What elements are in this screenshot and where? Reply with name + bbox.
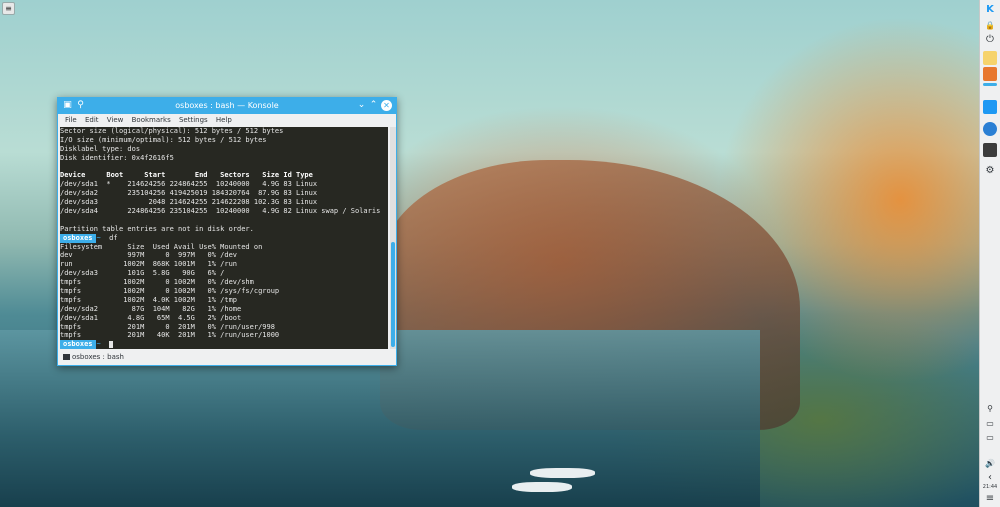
- terminal-tab-icon: [63, 354, 70, 360]
- terminal-line: /dev/sda3 2048 214624255 214622208 102.3…: [60, 198, 318, 207]
- terminal-scrollbar[interactable]: [390, 127, 396, 349]
- terminal-line: Sector size (logical/physical): 512 byte…: [60, 127, 284, 135]
- desktop-toolbox-button[interactable]: ≡: [2, 2, 15, 15]
- terminal-line: run 1002M 868K 1001M 1% /run: [60, 260, 238, 269]
- clipboard-icon[interactable]: ▭: [984, 418, 996, 430]
- task-notes[interactable]: [983, 51, 997, 65]
- panel-clock[interactable]: 21:44: [981, 484, 999, 490]
- window-titlebar[interactable]: ▣ ⚲ osboxes : bash — Konsole ⌄ ⌃ ✕: [58, 98, 396, 114]
- prompt-command: df: [109, 233, 118, 242]
- terminal-line: tmpfs 1002M 0 1002M 0% /dev/shm: [60, 278, 254, 287]
- menu-settings[interactable]: Settings: [179, 114, 208, 126]
- terminal-cursor: [109, 340, 114, 348]
- prompt-line: osboxes ~ df: [60, 233, 388, 243]
- tab-osboxes-bash[interactable]: osboxes : bash: [72, 353, 124, 361]
- terminal-line: Disklabel type: dos: [60, 144, 141, 153]
- prompt-user-badge: osboxes: [60, 233, 96, 243]
- task-app[interactable]: [983, 67, 997, 81]
- menu-bookmarks[interactable]: Bookmarks: [132, 114, 171, 126]
- terminal-line: Disk identifier: 0x4f2616f5: [60, 153, 174, 162]
- scrollbar-thumb[interactable]: [391, 242, 395, 347]
- menu-edit[interactable]: Edit: [85, 114, 99, 126]
- task-konsole[interactable]: [983, 143, 997, 157]
- terminal-line: tmpfs 201M 40K 201M 1% /run/user/1000: [60, 331, 280, 340]
- terminal-output[interactable]: Sector size (logical/physical): 512 byte…: [60, 127, 388, 349]
- application-launcher-icon[interactable]: K: [984, 4, 996, 16]
- terminal-line: /dev/sda2 87G 104M 82G 1% /home: [60, 304, 242, 313]
- terminal-line: /dev/sda4 224864256 235104255 10240000 4…: [60, 207, 381, 216]
- terminal-line: tmpfs 201M 0 201M 0% /run/user/998: [60, 322, 275, 331]
- terminal-line: tmpfs 1002M 4.0K 1002M 1% /tmp: [60, 295, 238, 304]
- tab-bar: osboxes : bash: [58, 350, 396, 365]
- prompt-cwd: ~: [96, 340, 101, 349]
- power-icon[interactable]: ⏻: [984, 34, 996, 46]
- minimize-button[interactable]: ⌄: [356, 100, 367, 111]
- prompt-line: osboxes ~: [60, 340, 388, 349]
- usb-device-icon[interactable]: ⚲: [984, 403, 996, 415]
- wallpaper-boat: [530, 468, 595, 478]
- task-browser[interactable]: [983, 122, 997, 136]
- settings-icon[interactable]: ⚙: [984, 165, 996, 177]
- close-button[interactable]: ✕: [381, 100, 392, 111]
- prompt-cwd: ~: [96, 233, 101, 242]
- menu-view[interactable]: View: [107, 114, 124, 126]
- maximize-button[interactable]: ⌃: [368, 100, 379, 111]
- terminal-line: Partition table entries are not in disk …: [60, 224, 254, 233]
- terminal-line: /dev/sda2 235104256 419425019 184320764 …: [60, 189, 318, 198]
- task-indicator: [983, 83, 997, 86]
- terminal-line: /dev/sda3 101G 5.8G 90G 6% /: [60, 269, 225, 278]
- task-folder[interactable]: [983, 100, 997, 114]
- display-icon[interactable]: ▭: [984, 432, 996, 444]
- konsole-app-icon[interactable]: ▣: [62, 100, 73, 111]
- expand-tray-icon[interactable]: ‹: [984, 472, 996, 484]
- terminal-line: dev 997M 0 997M 0% /dev: [60, 251, 238, 260]
- terminal-line: Filesystem Size Used Avail Use% Mounted …: [60, 242, 263, 251]
- window-title: osboxes : bash — Konsole: [175, 101, 279, 110]
- terminal-line: tmpfs 1002M 0 1002M 0% /sys/fs/cgroup: [60, 287, 280, 296]
- terminal-line: I/O size (minimum/optimal): 512 bytes / …: [60, 135, 267, 144]
- prompt-user-badge: osboxes: [60, 340, 96, 349]
- konsole-window: ▣ ⚲ osboxes : bash — Konsole ⌄ ⌃ ✕ File …: [57, 97, 397, 366]
- menu-help[interactable]: Help: [216, 114, 232, 126]
- volume-icon[interactable]: 🔊: [984, 458, 996, 470]
- menu-file[interactable]: File: [65, 114, 77, 126]
- wallpaper-boat: [512, 482, 572, 492]
- lock-screen-icon[interactable]: 🔒: [984, 20, 996, 32]
- terminal-line: Device Boot Start End Sectors Size Id Ty…: [60, 171, 313, 180]
- pin-icon[interactable]: ⚲: [75, 100, 86, 111]
- right-panel: K 🔒 ⏻ ⚙ ⚲ ▭ ▭ 🔊 ‹ 21:44 ≡: [979, 0, 1000, 507]
- terminal-line: /dev/sda1 4.8G 65M 4.5G 2% /boot: [60, 313, 242, 322]
- terminal-line: /dev/sda1 * 214624256 224864255 10240000…: [60, 180, 318, 189]
- menu-bar: File Edit View Bookmarks Settings Help: [58, 114, 396, 126]
- panel-menu-icon[interactable]: ≡: [984, 493, 996, 505]
